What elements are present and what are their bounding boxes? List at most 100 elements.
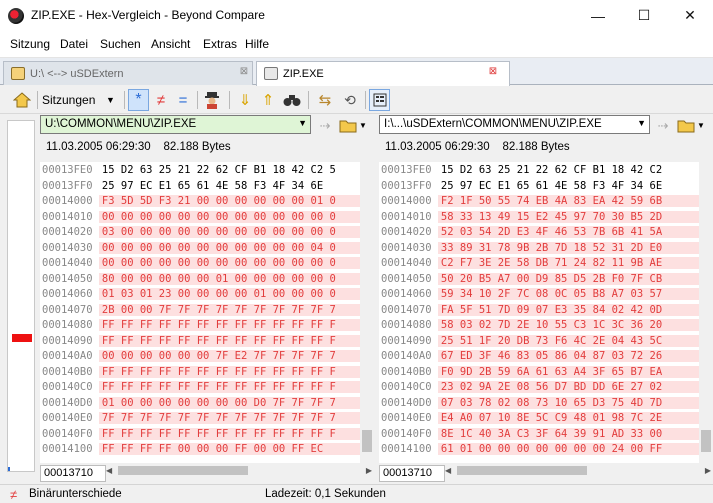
hex-row[interactable]: 00014060 59 34 10 2F 7C 08 0C 05 B8 A7 0… <box>379 287 699 303</box>
right-path-input[interactable]: I:\...\uSDExtern\COMMON\MENU\ZIP.EXE ▼ <box>379 115 650 134</box>
menu-hilfe[interactable]: Hilfe <box>245 37 269 51</box>
hex-row[interactable]: 000140C0 FF FF FF FF FF FF FF FF FF FF F… <box>40 380 360 396</box>
chevron-down-icon[interactable]: ▼ <box>637 118 646 128</box>
tab-hex-compare[interactable]: ZIP.EXE ⊠ <box>256 61 510 86</box>
swap-sides-icon[interactable]: ⇆ <box>314 89 336 111</box>
hex-row[interactable]: 000140E0 7F 7F 7F 7F 7F 7F 7F 7F 7F 7F 7… <box>40 411 360 427</box>
show-all-button[interactable]: * <box>128 89 149 111</box>
left-open-folder-button[interactable]: ▼ <box>338 114 368 136</box>
hex-row[interactable]: 00014090 FF FF FF FF FF FF FF FF FF FF F… <box>40 334 360 350</box>
hex-bytes: FA 5F 51 7D 09 07 E3 35 84 02 42 0D <box>437 303 699 316</box>
hex-offset: 00014040 <box>42 257 93 269</box>
hex-row[interactable]: 000140D0 07 03 78 02 08 73 10 65 D3 75 4… <box>379 396 699 412</box>
left-horizontal-scrollbar[interactable]: ◀ ▶ <box>106 463 374 477</box>
hex-offset: 00014010 <box>381 210 432 223</box>
refresh-icon[interactable]: ⟲ <box>339 89 361 111</box>
diff-overview-map[interactable] <box>7 120 35 472</box>
hex-row[interactable]: 00014070 FA 5F 51 7D 09 07 E3 35 84 02 4… <box>379 303 699 319</box>
hex-row[interactable]: 000140F0 FF FF FF FF FF FF FF FF FF FF F… <box>40 427 360 443</box>
hex-offset: 000140A0 <box>381 350 432 362</box>
left-hex-view[interactable]: 00013FE0 15 D2 63 25 21 22 62 CF B1 18 4… <box>40 162 360 463</box>
rules-icon[interactable] <box>201 89 223 111</box>
show-diffs-button[interactable]: ≠ <box>151 89 171 111</box>
hex-bytes: FF FF FF FF FF FF FF FF FF FF FF FF F <box>98 381 360 393</box>
left-vertical-scrollbar[interactable] <box>360 162 374 463</box>
left-file-info: 11.03.2005 06:29:30 82.188 Bytes <box>46 141 231 153</box>
menu-ansicht[interactable]: Ansicht <box>151 37 190 51</box>
hex-row[interactable]: 00013FF0 25 97 EC E1 65 61 4E 58 F3 4F 3… <box>379 179 699 195</box>
hex-row[interactable]: 000140C0 23 02 9A 2E 08 56 D7 BD DD 6E 2… <box>379 380 699 396</box>
find-icon[interactable] <box>281 89 303 111</box>
next-diff-icon[interactable]: ⇓ <box>235 89 255 111</box>
right-swap-icon[interactable]: ⇢ <box>653 115 673 137</box>
right-horizontal-scrollbar[interactable]: ◀ ▶ <box>445 463 713 477</box>
hex-row[interactable]: 00014040 C2 F7 3E 2E 58 DB 71 24 82 11 9… <box>379 256 699 272</box>
show-same-button[interactable]: = <box>173 89 193 111</box>
hex-row[interactable]: 00014040 00 00 00 00 00 00 00 00 00 00 0… <box>40 256 360 272</box>
hex-row[interactable]: 000140E0 E4 A0 07 10 8E 5C C9 48 01 98 7… <box>379 411 699 427</box>
maximize-button[interactable]: ☐ <box>621 0 667 31</box>
hex-row[interactable]: 00014020 52 03 54 2D E3 4F 46 53 7B 6B 4… <box>379 225 699 241</box>
hex-row[interactable]: 00014010 00 00 00 00 00 00 00 00 00 00 0… <box>40 210 360 226</box>
hex-offset: 00014030 <box>42 241 93 254</box>
hex-bytes: C2 F7 3E 2E 58 DB 71 24 82 11 9B AE <box>437 257 699 269</box>
hex-row[interactable]: 00014060 01 03 01 23 00 00 00 00 01 00 0… <box>40 287 360 303</box>
minimize-button[interactable]: — <box>575 0 621 31</box>
hex-bytes: F0 9D 2B 59 6A 61 63 A4 3F 65 B7 EA <box>437 365 699 378</box>
sessions-dropdown[interactable]: Sitzungen ▼ <box>42 89 122 111</box>
window-title: ZIP.EXE - Hex-Vergleich - Beyond Compare <box>31 8 265 22</box>
hex-bytes: 00 00 00 00 00 00 7F E2 7F 7F 7F 7F 7 <box>98 350 360 362</box>
hex-bytes: FF FF FF FF FF FF FF FF FF FF FF FF F <box>98 427 360 440</box>
close-button[interactable]: ✕ <box>667 0 713 31</box>
hex-row[interactable]: 00014000 F2 1F 50 55 74 EB 4A 83 EA 42 5… <box>379 194 699 210</box>
hex-row[interactable]: 00014050 50 20 B5 A7 00 D9 85 D5 2B F0 7… <box>379 272 699 288</box>
left-swap-icon[interactable]: ⇢ <box>315 115 335 137</box>
prev-diff-icon[interactable]: ⇑ <box>258 89 278 111</box>
tab-close-icon[interactable]: ⊠ <box>487 66 499 78</box>
hex-row[interactable]: 000140A0 67 ED 3F 46 83 05 86 04 87 03 7… <box>379 349 699 365</box>
tab-folder-compare[interactable]: U:\ <--> uSDExtern ⊠ <box>3 61 253 85</box>
menu-extras[interactable]: Extras <box>203 37 237 51</box>
menu-datei[interactable]: Datei <box>60 37 88 51</box>
hex-row[interactable]: 000140B0 FF FF FF FF FF FF FF FF FF FF F… <box>40 365 360 381</box>
hex-row[interactable]: 000140B0 F0 9D 2B 59 6A 61 63 A4 3F 65 B… <box>379 365 699 381</box>
right-hex-view[interactable]: 00013FE0 15 D2 63 25 21 22 62 CF B1 18 4… <box>379 162 699 463</box>
right-vertical-scrollbar[interactable] <box>699 162 713 463</box>
right-open-folder-button[interactable]: ▼ <box>676 114 706 136</box>
hex-row[interactable]: 00014030 00 00 00 00 00 00 00 00 00 00 0… <box>40 241 360 257</box>
menu-suchen[interactable]: Suchen <box>100 37 141 51</box>
left-path-input[interactable]: U:\COMMON\MENU\ZIP.EXE ▼ <box>40 115 311 134</box>
hex-row[interactable]: 00014000 F3 5D 5D F3 21 00 00 00 00 00 0… <box>40 194 360 210</box>
chevron-down-icon[interactable]: ▼ <box>298 118 307 128</box>
right-file-info: 11.03.2005 06:29:30 82.188 Bytes <box>385 141 570 153</box>
home-icon[interactable] <box>10 89 34 111</box>
hex-row[interactable]: 00013FE0 15 D2 63 25 21 22 62 CF B1 18 4… <box>379 163 699 179</box>
hex-row[interactable]: 00014020 03 00 00 00 00 00 00 00 00 00 0… <box>40 225 360 241</box>
hex-row[interactable]: 00014070 2B 00 00 7F 7F 7F 7F 7F 7F 7F 7… <box>40 303 360 319</box>
hex-row[interactable]: 00014090 25 51 1F 20 DB 73 F6 4C 2E 04 4… <box>379 334 699 350</box>
hex-bytes: 01 00 00 00 00 00 00 00 D0 7F 7F 7F 7 <box>98 396 360 409</box>
hex-row[interactable]: 00014100 61 01 00 00 00 00 00 00 00 24 0… <box>379 442 699 458</box>
hex-row[interactable]: 00014100 FF FF FF FF 00 00 00 FF 00 00 F… <box>40 442 360 458</box>
position-marker <box>8 467 10 471</box>
hex-row[interactable]: 00014010 58 33 13 49 15 E2 45 97 70 30 B… <box>379 210 699 226</box>
tab-label: U:\ <--> uSDExtern <box>30 68 124 80</box>
hex-row[interactable]: 00013FE0 15 D2 63 25 21 22 62 CF B1 18 4… <box>40 163 360 179</box>
hex-bytes: 01 03 01 23 00 00 00 00 01 00 00 00 0 <box>98 288 360 300</box>
hex-row[interactable]: 00013FF0 25 97 EC E1 65 61 4E 58 F3 4F 3… <box>40 179 360 195</box>
hex-row[interactable]: 000140A0 00 00 00 00 00 00 7F E2 7F 7F 7… <box>40 349 360 365</box>
hex-row[interactable]: 000140F0 8E 1C 40 3A C3 3F 64 39 91 AD 3… <box>379 427 699 443</box>
details-icon[interactable] <box>369 89 390 111</box>
hex-bytes: 7F 7F 7F 7F 7F 7F 7F 7F 7F 7F 7F 7F 7 <box>98 412 360 424</box>
hex-row[interactable]: 000140D0 01 00 00 00 00 00 00 00 D0 7F 7… <box>40 396 360 412</box>
hex-row[interactable]: 00014050 80 00 00 00 00 00 01 00 00 00 0… <box>40 272 360 288</box>
toolbar: Sitzungen ▼ * ≠ = ⇓ ⇑ ⇆ ⟲ <box>0 86 713 114</box>
right-position: 00013710 <box>379 465 445 482</box>
menu-bar: Sitzung Datei Suchen Ansicht Extras Hilf… <box>0 31 713 58</box>
hex-row[interactable]: 00014080 FF FF FF FF FF FF FF FF FF FF F… <box>40 318 360 334</box>
tab-close-icon[interactable]: ⊠ <box>238 66 250 78</box>
hex-offset: 000140E0 <box>381 412 432 424</box>
hex-row[interactable]: 00014080 58 03 02 7D 2E 10 55 C3 1C 3C 3… <box>379 318 699 334</box>
menu-sitzung[interactable]: Sitzung <box>10 37 50 51</box>
hex-row[interactable]: 00014030 33 89 31 78 9B 2B 7D 18 52 31 2… <box>379 241 699 257</box>
